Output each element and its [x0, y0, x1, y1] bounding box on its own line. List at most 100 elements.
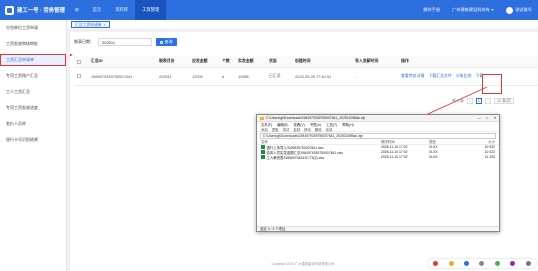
nav-wage-management[interactable]: 工资管理: [135, 0, 167, 20]
date-filter-label: 制表日期：: [74, 39, 94, 44]
col-month: 制表月份: [156, 56, 189, 68]
toolbar-mic-icon[interactable]: [464, 261, 470, 266]
sidebar-item-payment-progress[interactable]: 专项工资发放进度: [0, 102, 66, 114]
file-type: XLSX: [429, 145, 438, 149]
download-highlight-box: [482, 74, 502, 94]
top-nav: ⊞ 首页 资料库 工资管理: [68, 0, 167, 20]
sidebar-item-subcontract-wage-apply[interactable]: 分包单位工资申请: [0, 22, 66, 34]
search-button-label: 查询: [164, 39, 173, 44]
floating-toolbar: [428, 259, 536, 268]
window-status-bar: 选定 0 / 3 个项目: [257, 226, 499, 231]
file-type: XLSX: [429, 155, 438, 159]
col-modified[interactable]: 修改时间: [381, 139, 429, 144]
col-name[interactable]: 名称: [261, 139, 381, 144]
user-name[interactable]: 测试账号: [515, 7, 532, 13]
tool-add[interactable]: 添加: [261, 127, 268, 132]
search-button[interactable]: 查询: [156, 38, 177, 46]
date-filter-input[interactable]: 202511: [98, 38, 152, 46]
col-size[interactable]: 大小: [465, 139, 495, 144]
download-summary-file-link[interactable]: 下载汇总文件: [428, 73, 451, 78]
file-type: XLSX: [429, 150, 438, 154]
help-manual-link[interactable]: 操作手册: [423, 7, 440, 13]
table-row: 1984979339750007841 202511 12000 6 11988…: [74, 67, 538, 86]
tab-bar: 汇总工资申请单 ×: [68, 20, 538, 30]
cell-import-time: -: [352, 67, 398, 86]
tool-copy[interactable]: 复制: [293, 127, 300, 132]
toolbar-apps-icon[interactable]: [494, 261, 500, 266]
excel-file-icon: [261, 155, 265, 159]
pagination: 共 1 条 ‹ 1 › 10 条/页: [452, 98, 514, 104]
split-ratio-link[interactable]: 分账比例: [456, 73, 472, 78]
search-icon: [160, 40, 163, 44]
sidebar-item-wage-summary[interactable]: 工资汇总申请单: [0, 54, 66, 66]
window-close-button[interactable]: ✕: [491, 116, 499, 120]
file-size: 11 253: [484, 155, 495, 159]
col-operations: 操作: [398, 56, 538, 68]
cell-created: 2025-09-09 17:40:31: [292, 67, 352, 86]
toolbar-emoji-icon[interactable]: [448, 261, 454, 266]
app-logo[interactable]: 建工一号 · 劳务管理: [0, 0, 68, 20]
file-size: 10 932: [484, 145, 495, 149]
col-created: 创建时间: [292, 56, 352, 68]
file-row[interactable]: 工人薪资表3399697343411773(2).xlsx 2025-11-10…: [257, 155, 499, 160]
app-title: 建工一号 · 劳务管理: [17, 8, 65, 14]
toolbar-keyboard-icon[interactable]: [479, 261, 485, 266]
sidebar-item-wage-approval[interactable]: 工资发放审核审批: [0, 38, 66, 50]
address-bar[interactable]: C:\Users\gf\Downloads\198497933975000784…: [260, 133, 496, 139]
sidebar-item-personnel[interactable]: 差价人员库: [0, 118, 66, 130]
org-name: 广州建筑建设科技有: [452, 7, 490, 12]
sidebar-item-special-account[interactable]: 专项工资账户汇总: [0, 70, 66, 82]
tab-label: 汇总工资申请单: [75, 22, 102, 27]
close-icon[interactable]: ×: [104, 22, 106, 28]
view-labor-detail-link[interactable]: 查看劳务详情: [401, 73, 424, 78]
page-size-select[interactable]: 10 条/页: [493, 98, 514, 104]
window-toolbar: 添加 提取 测试 复制 移动 删除 信息: [257, 127, 499, 132]
filter-bar: 制表日期： 202511 查询: [74, 38, 177, 46]
toolbar-user-icon[interactable]: [510, 261, 516, 266]
col-status: 状态: [266, 56, 292, 68]
window-title-bar[interactable]: C:\Users\gf\Downloads\198497933975000784…: [257, 115, 499, 122]
tool-info[interactable]: 信息: [326, 127, 333, 132]
cell-summary-id: 1984979339750007841: [88, 67, 156, 86]
select-all-checkbox[interactable]: [74, 56, 88, 68]
sidebar-item-worker-wage[interactable]: 工人工资汇总: [0, 86, 66, 98]
menu-help[interactable]: 帮助(H): [342, 122, 354, 127]
org-selector[interactable]: 广州建筑建设科技有▼: [452, 7, 494, 13]
col-import-time: 导入发薪时间: [352, 56, 398, 68]
table-header-row: 汇总ID 制表月份 应发金额 个数 实发金额 状态 创建时间 导入发薪时间 操作: [74, 56, 538, 68]
col-type[interactable]: 类型: [429, 139, 465, 144]
toolbar-grid-icon[interactable]: [525, 261, 531, 266]
cell-paid-amount: 11988: [235, 67, 266, 86]
row-checkbox[interactable]: [74, 67, 88, 86]
top-bar: 建工一号 · 劳务管理 ⊞ 首页 资料库 工资管理 操作手册 广州建筑建设科技有…: [0, 0, 538, 20]
user-avatar[interactable]: [506, 6, 514, 14]
col-count: 个数: [219, 56, 235, 68]
top-right-area: 操作手册 广州建筑建设科技有▼ 测试账号: [411, 0, 538, 20]
cell-status: 已汇总: [266, 67, 292, 86]
file-date: 2025-11-10 17:02: [381, 150, 408, 154]
tool-delete[interactable]: 删除: [315, 127, 322, 132]
col-due-amount: 应发金额: [189, 56, 219, 68]
col-summary-id: 汇总ID: [88, 56, 156, 68]
tool-extract[interactable]: 提取: [272, 127, 279, 132]
nav-apps-grid[interactable]: ⊞: [68, 0, 86, 20]
tab-wage-summary[interactable]: 汇总工资申请单 ×: [71, 21, 110, 28]
maximize-button[interactable]: □: [483, 116, 491, 120]
logo-icon: [5, 5, 14, 15]
window-title: C:\Users\gf\Downloads\198497933975000784…: [266, 116, 366, 120]
sidebar: 分包单位工资申请 工资发放审核审批 工资汇总申请单 专项工资账户汇总 工人工资汇…: [0, 20, 67, 271]
cell-count: 6: [219, 67, 235, 86]
nav-library[interactable]: 资料库: [108, 0, 135, 20]
nav-home[interactable]: 首页: [86, 0, 109, 20]
current-page[interactable]: 1: [475, 98, 482, 104]
cell-due-amount: 12000: [189, 67, 219, 86]
summary-table: 汇总ID 制表月份 应发金额 个数 实发金额 状态 创建时间 导入发薪时间 操作…: [74, 56, 538, 86]
chevron-down-icon: ▼: [490, 8, 495, 12]
tool-test[interactable]: 测试: [283, 127, 290, 132]
sidebar-item-bank-card[interactable]: 银行卡号识别结果: [0, 134, 66, 146]
minimize-button[interactable]: —: [475, 116, 483, 120]
toolbar-record-icon[interactable]: [433, 261, 439, 266]
tool-move[interactable]: 移动: [304, 127, 311, 132]
next-page-button[interactable]: ›: [484, 98, 491, 104]
prev-page-button[interactable]: ‹: [466, 98, 473, 104]
